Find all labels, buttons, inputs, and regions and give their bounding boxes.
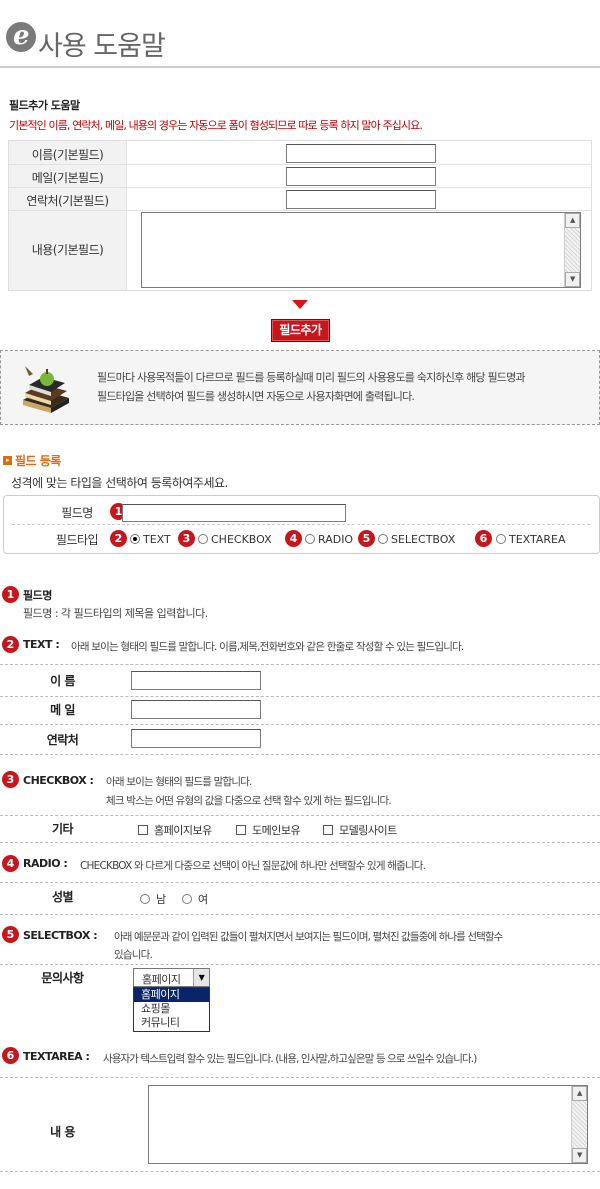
help-5-desc-1: 아래 예문문과 같이 입력된 값들이 펼쳐지면서 보여지는 필드이며, 펼쳐진 … [114, 931, 503, 943]
option-shopping[interactable]: 쇼핑몰 [134, 1002, 209, 1016]
help-4-title: RADIO : [23, 857, 68, 870]
radio-female[interactable]: 여 [182, 891, 208, 907]
scrollbar[interactable]: ▲ ▼ [571, 1086, 587, 1163]
page-title: 사용 도움말 [38, 31, 166, 62]
checkbox-domain[interactable]: 도메인보유 [236, 822, 301, 838]
type-radio-radio[interactable]: RADIO [305, 533, 353, 546]
help-2-icon: 2 [2, 636, 19, 653]
help-6-title: TEXTAREA : [23, 1050, 90, 1063]
scroll-down-icon[interactable]: ▼ [572, 1148, 587, 1163]
dropdown-arrow-icon[interactable]: ▼ [193, 969, 209, 986]
option-homepage[interactable]: 홈페이지 [134, 988, 209, 1002]
inquiry-selected-value: 홈페이지 [142, 973, 181, 986]
field-type-label: 필드타입 [55, 533, 99, 547]
marker-3-icon: 3 [178, 530, 195, 547]
marker-4-icon: 4 [285, 530, 302, 547]
radio-icon[interactable] [305, 534, 315, 544]
help-3-icon: 3 [2, 771, 19, 788]
field-name-input[interactable] [122, 504, 346, 522]
register-subtitle: 성격에 맞는 타입을 선택하여 등록하여주세요. [11, 476, 228, 490]
sample-phone-input[interactable] [131, 729, 261, 748]
checkbox-homepage[interactable]: 홈페이지보유 [138, 822, 212, 838]
register-bullet-icon: ▸ [3, 456, 12, 465]
field-name-label: 필드명 [61, 506, 93, 520]
radio-male[interactable]: 남 [140, 891, 166, 907]
type-radio-textarea[interactable]: TEXTAREA [496, 533, 566, 546]
help-3-desc-1: 아래 보이는 형태의 필드를 말합니다. [106, 776, 252, 788]
option-community[interactable]: 커뮤니티 [134, 1016, 209, 1030]
help-5-icon: 5 [2, 926, 19, 943]
scrollbar[interactable]: ▲ ▼ [564, 213, 580, 287]
basic-fields-table: 이름(기본필드) 메일(기본필드) 연락처(기본필드) 내용(기본필드) ▲ ▼ [8, 140, 592, 291]
type-radio-selectbox[interactable]: SELECTBOX [378, 533, 455, 546]
type-radio-text[interactable]: TEXT [130, 533, 171, 546]
phone-input[interactable] [286, 190, 436, 209]
type-radio-checkbox[interactable]: CHECKBOX [198, 533, 272, 546]
sample-name-label: 이 름 [50, 674, 75, 688]
help-4-icon: 4 [2, 855, 19, 872]
sample-email-label: 메 일 [50, 703, 75, 717]
help-5-title: SELECTBOX : [23, 929, 98, 942]
arrow-down-icon [292, 300, 308, 309]
help-3-desc-2: 체크 박스는 어떤 유형의 값을 다중으로 선택 할수 있게 하는 필드입니다. [106, 795, 392, 807]
inquiry-options-list: 홈페이지 쇼핑몰 커뮤니티 [133, 987, 210, 1032]
header: e 사용 도움말 [0, 0, 600, 68]
sample-name-input[interactable] [131, 671, 261, 690]
radio-icon[interactable] [130, 534, 140, 544]
help-1-title: 필드명 [23, 589, 52, 602]
help-5-desc-2: 있습니다. [114, 949, 153, 961]
register-box: 필드명 필드타입 1 2 TEXT 3 CHECKBOX 4 RADIO 5 S… [3, 495, 600, 554]
inquiry-select[interactable]: 홈페이지 ▼ [133, 968, 210, 987]
content-textarea[interactable]: ▲ ▼ [141, 212, 581, 288]
name-input[interactable] [286, 144, 436, 163]
marker-6-icon: 6 [475, 530, 492, 547]
radio-icon[interactable] [140, 894, 150, 904]
logo-icon: e [6, 22, 36, 52]
label-content: 내용(기본필드) [31, 243, 104, 257]
help-2-desc: 아래 보이는 형태의 필드를 말합니다. 이름,제목,전화번호와 같은 한줄로 … [71, 641, 464, 653]
checkbox-icon[interactable] [323, 825, 333, 835]
help-1-icon: 1 [2, 586, 19, 603]
help-3-title: CHECKBOX : [23, 774, 94, 787]
sample-phone-label: 연락처 [46, 733, 79, 747]
radio-icon[interactable] [182, 894, 192, 904]
help-6-icon: 6 [2, 1047, 19, 1064]
help-4-desc: CHECKBOX 와 다르게 다중으로 선택이 아닌 질문값에 하나만 선택할수… [80, 860, 426, 872]
field-help-notice: 기본적인 이름, 연락처, 메일, 내용의 경우는 자동으로 폼이 형성되므로 … [9, 119, 423, 132]
radio-icon[interactable] [496, 534, 506, 544]
checkbox-modeling[interactable]: 모델링사이트 [323, 822, 397, 838]
register-title: 필드 등록 [15, 454, 61, 468]
checkbox-icon[interactable] [138, 825, 148, 835]
etc-label: 기타 [51, 822, 74, 836]
field-help-heading: 필드추가 도움말 [9, 99, 80, 112]
label-name: 이름(기본필드) [31, 148, 104, 162]
info-text-2: 필드타입을 선택하여 필드를 생성하시면 자동으로 사용자화면에 출력됩니다. [97, 390, 415, 403]
scroll-down-icon[interactable]: ▼ [565, 272, 580, 287]
inquiry-label: 문의사항 [41, 971, 84, 985]
info-box: 필드마다 사용목적들이 다르므로 필드를 등록하실때 미리 필드의 사용용도를 … [0, 350, 600, 425]
help-6-desc: 사용자가 텍스트입력 할수 있는 필드입니다. (내용, 인사말,하고싶은말 등… [103, 1053, 477, 1065]
info-text-1: 필드마다 사용목적들이 다르므로 필드를 등록하실때 미리 필드의 사용용도를 … [97, 371, 526, 384]
help-2-title: TEXT : [23, 638, 60, 651]
content-label: 내 용 [50, 1125, 75, 1139]
checkbox-icon[interactable] [236, 825, 246, 835]
gender-label: 성별 [51, 890, 74, 904]
label-phone: 연락처(기본필드) [26, 194, 109, 208]
add-field-button[interactable]: 필드추가 [271, 319, 330, 342]
label-email: 메일(기본필드) [31, 171, 104, 185]
radio-icon[interactable] [378, 534, 388, 544]
scroll-up-icon[interactable]: ▲ [565, 213, 580, 228]
sample-email-input[interactable] [131, 700, 261, 719]
email-input[interactable] [286, 167, 436, 186]
marker-2-icon: 2 [110, 530, 127, 547]
books-icon [19, 360, 75, 416]
header-divider [0, 66, 600, 68]
scroll-up-icon[interactable]: ▲ [572, 1086, 587, 1101]
sample-textarea[interactable]: ▲ ▼ [148, 1085, 588, 1164]
marker-5-icon: 5 [358, 530, 375, 547]
radio-icon[interactable] [198, 534, 208, 544]
help-1-desc: 필드명 : 각 필드타입의 제목을 입력합니다. [23, 607, 208, 620]
